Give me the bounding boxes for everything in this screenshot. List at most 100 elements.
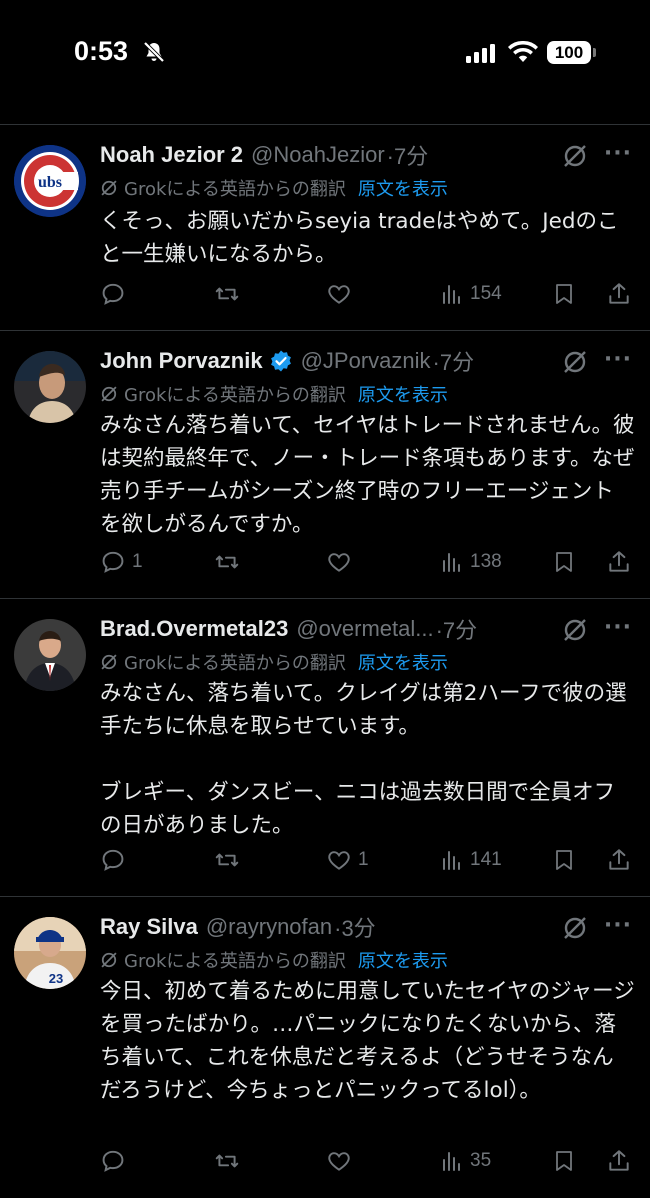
reply-button[interactable]: 1: [100, 547, 143, 577]
grok-icon: [101, 952, 117, 968]
author-name[interactable]: Ray Silva: [100, 914, 198, 940]
status-time: 0:53: [74, 36, 129, 66]
views-button[interactable]: 154: [440, 279, 502, 309]
like-button[interactable]: [326, 279, 358, 309]
more-icon[interactable]: ···: [604, 347, 632, 372]
tweet-text: 今日、初めて着るために用意していたセイヤのジャージを買ったばかり。…パニックにな…: [100, 979, 635, 1103]
tweet-header: John Porvaznik @JPorvaznik ·7分: [100, 345, 630, 377]
grok-icon[interactable]: [562, 617, 588, 643]
like-button[interactable]: [326, 547, 358, 577]
like-icon: [328, 1152, 350, 1171]
grok-icon[interactable]: [562, 143, 588, 169]
verified-badge-icon: [270, 350, 291, 372]
bookmark-icon: [556, 284, 572, 304]
grok-icon[interactable]: [562, 349, 588, 375]
author-name[interactable]: Noah Jezior 2: [100, 142, 243, 168]
repost-button[interactable]: [213, 1146, 247, 1176]
share-button[interactable]: [606, 547, 632, 577]
bookmark-icon: [556, 850, 572, 870]
battery-indicator: 100: [547, 41, 591, 64]
avatar[interactable]: [14, 619, 86, 691]
views-button[interactable]: 138: [440, 547, 502, 577]
like-count: 1: [358, 849, 369, 870]
more-icon[interactable]: ···: [604, 141, 632, 166]
show-original-link[interactable]: 原文を表示: [358, 175, 448, 201]
views-button[interactable]: 141: [440, 845, 502, 875]
share-icon: [609, 1150, 629, 1171]
cellular-signal-icon: [466, 44, 495, 63]
repost-button[interactable]: [213, 547, 247, 577]
grok-icon[interactable]: [562, 915, 588, 941]
tweet-time: ·7分: [432, 350, 475, 375]
tweet-text: みなさん落ち着いて、セイヤはトレードされません。彼は契約最終年で、ノー・トレード…: [100, 413, 635, 537]
author-name[interactable]: Brad.Overmetal23: [100, 616, 288, 642]
tweet-header: Noah Jezior 2 @NoahJezior ·7分: [100, 139, 630, 171]
author-handle[interactable]: @JPorvaznik: [301, 348, 431, 374]
like-button[interactable]: 1: [326, 845, 369, 875]
like-icon: [328, 553, 350, 572]
avatar[interactable]: ubs: [14, 145, 86, 217]
repost-icon: [215, 555, 239, 569]
reply-icon: [102, 1150, 124, 1172]
tweet-actions: 35: [100, 1146, 635, 1176]
translation-label: Grokによる英語からの翻訳: [124, 179, 346, 200]
reply-count: 1: [132, 551, 143, 572]
person-avatar-image: 23: [14, 917, 86, 989]
wifi-icon: [508, 40, 538, 62]
show-original-link[interactable]: 原文を表示: [358, 381, 448, 407]
tweet[interactable]: Brad.Overmetal23 @overmetal... ·7分 ··· G…: [0, 599, 650, 897]
bookmark-icon: [556, 552, 572, 572]
bookmark-icon: [556, 1151, 572, 1171]
repost-icon: [215, 853, 239, 867]
translation-info: Grokによる英語からの翻訳 原文を表示: [100, 175, 448, 201]
author-handle[interactable]: @rayrynofan: [206, 914, 332, 940]
bookmark-button[interactable]: [552, 547, 576, 577]
views-icon: [443, 285, 460, 304]
views-icon: [443, 1152, 460, 1171]
views-icon: [443, 553, 460, 572]
translation-label: Grokによる英語からの翻訳: [124, 653, 346, 674]
avatar[interactable]: [14, 351, 86, 423]
more-icon[interactable]: ···: [604, 913, 632, 938]
tweet[interactable]: 23 Ray Silva @rayrynofan ·3分 ··· Grokによる…: [0, 897, 650, 1198]
reply-button[interactable]: [100, 845, 132, 875]
person-avatar-image: [14, 351, 86, 423]
show-original-link[interactable]: 原文を表示: [358, 649, 448, 675]
like-button[interactable]: [326, 1146, 358, 1176]
bookmark-button[interactable]: [552, 279, 576, 309]
author-handle[interactable]: @overmetal...: [296, 616, 433, 642]
cubs-logo-avatar-image: ubs: [14, 145, 86, 217]
battery-nub: [593, 48, 596, 57]
share-button[interactable]: [606, 845, 632, 875]
show-original-link[interactable]: 原文を表示: [358, 947, 448, 973]
bookmark-button[interactable]: [552, 1146, 576, 1176]
tweet-header: Brad.Overmetal23 @overmetal... ·7分: [100, 613, 630, 645]
reply-button[interactable]: [100, 1146, 132, 1176]
repost-icon: [215, 287, 239, 301]
repost-button[interactable]: [213, 279, 247, 309]
share-button[interactable]: [606, 1146, 632, 1176]
svg-text:ubs: ubs: [38, 174, 62, 191]
tweet-time: ·7分: [435, 618, 478, 643]
tweet-actions: 1 138: [100, 547, 635, 577]
bookmark-button[interactable]: [552, 845, 576, 875]
share-icon: [609, 551, 629, 572]
author-name[interactable]: John Porvaznik: [100, 348, 263, 374]
repost-icon: [215, 1154, 239, 1168]
avatar[interactable]: 23: [14, 917, 86, 989]
more-icon[interactable]: ···: [604, 615, 632, 640]
person-avatar-image: [14, 619, 86, 691]
tweet-text: くそっ、お願いだからseyia tradeはやめて。Jedのこと一生嫌いになるか…: [100, 209, 619, 267]
views-count: 138: [470, 551, 502, 572]
views-button[interactable]: 35: [440, 1146, 491, 1176]
reply-button[interactable]: [100, 279, 132, 309]
tweet[interactable]: John Porvaznik @JPorvaznik ·7分 ··· Grokに…: [0, 331, 650, 599]
tweet[interactable]: ubs Noah Jezior 2 @NoahJezior ·7分 ··· Gr…: [0, 125, 650, 331]
tweet-actions: 1 141: [100, 845, 635, 875]
grok-icon: [101, 654, 117, 670]
tweet-actions: 154: [100, 279, 635, 309]
author-handle[interactable]: @NoahJezior: [251, 142, 385, 168]
reply-icon: [102, 551, 124, 573]
share-button[interactable]: [606, 279, 632, 309]
repost-button[interactable]: [213, 845, 247, 875]
